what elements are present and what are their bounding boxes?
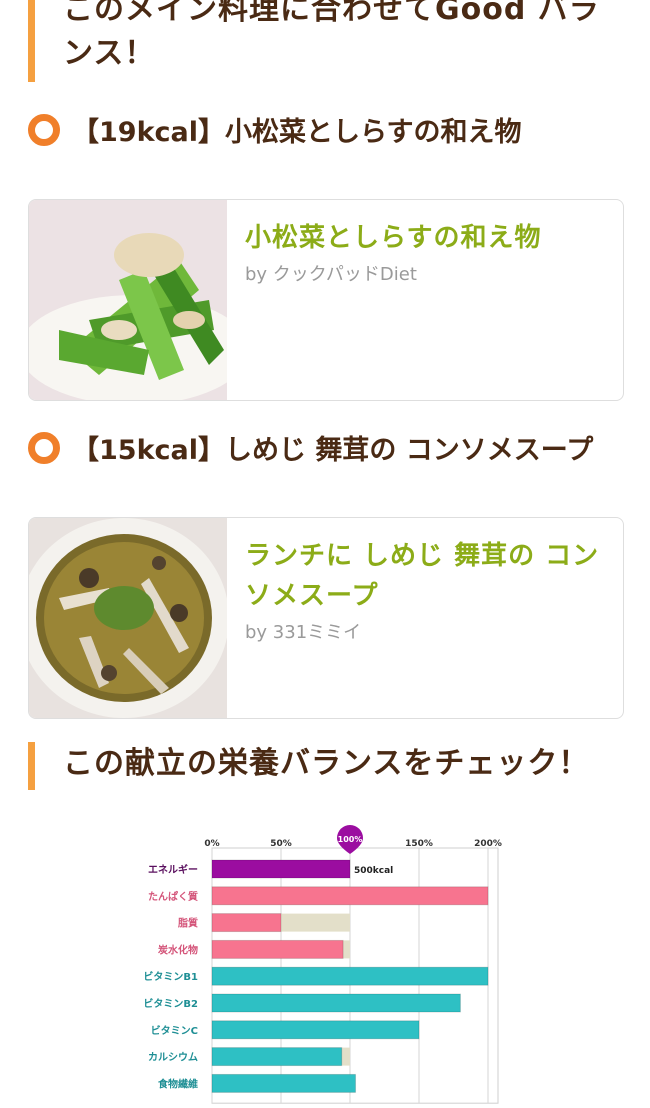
value-bar xyxy=(211,913,282,933)
category-label: カルシウム xyxy=(148,1052,198,1064)
section-heading-balance: このメイン料理に合わせてGood バランス！ xyxy=(28,0,623,82)
recipe-heading-2: 【15kcal】しめじ 舞茸の コンソメスープ xyxy=(28,428,593,467)
category-label: 炭水化物 xyxy=(158,943,198,956)
recipe-title-link[interactable]: ランチに しめじ 舞茸の コンソメスープ xyxy=(245,536,605,616)
chart-bars xyxy=(211,859,489,1093)
value-bar xyxy=(211,859,351,879)
category-label: ビタミンC xyxy=(151,1024,198,1037)
tick-label: 150% xyxy=(405,839,433,849)
recipe-author: by クックパッドDiet xyxy=(245,264,417,285)
category-label: ビタミンB1 xyxy=(143,970,198,983)
recipe-photo-consomme[interactable] xyxy=(29,518,227,718)
section-heading-text: このメイン料理に合わせてGood バランス！ xyxy=(63,0,600,71)
category-label: ビタミンB2 xyxy=(143,997,198,1010)
value-bar xyxy=(211,993,461,1013)
recipe-heading-text: 【15kcal】しめじ 舞茸の コンソメスープ xyxy=(72,435,594,466)
value-bar xyxy=(211,1073,357,1093)
chart-tick-labels: 0% 50% 150% 200% 100% xyxy=(204,825,502,854)
recipe-author: by 331ミミイ xyxy=(245,622,362,643)
value-bar xyxy=(211,939,344,959)
value-bar xyxy=(211,1020,420,1040)
recipe-photo-komatsuna[interactable] xyxy=(29,200,227,400)
energy-value-label: 500kcal xyxy=(354,866,393,876)
tick-label: 0% xyxy=(204,839,219,849)
recipe-heading-1: 【19kcal】小松菜としらすの和え物 xyxy=(28,110,521,149)
category-label: 食物繊維 xyxy=(157,1077,198,1090)
category-label: たんぱく質 xyxy=(148,890,198,903)
ring-bullet-icon xyxy=(28,431,60,464)
tick-label: 50% xyxy=(270,839,292,849)
value-bar xyxy=(211,966,489,986)
recipe-title-link[interactable]: 小松菜としらすの和え物 xyxy=(245,218,541,258)
recipe-heading-text: 【19kcal】小松菜としらすの和え物 xyxy=(72,117,522,148)
value-bar xyxy=(211,886,489,906)
nutrition-balance-chart: エネルギー 500kcal たんぱく質脂質炭水化物ビタミンB1 ビタミンB2 ビタミンC… xyxy=(143,825,502,1104)
category-label: エネルギー xyxy=(148,863,198,876)
section-heading-text: この献立の栄養バランスをチェック！ xyxy=(63,746,590,781)
value-bar xyxy=(211,1047,343,1067)
target-marker-label: 100% xyxy=(338,835,363,844)
category-label: 脂質 xyxy=(177,917,198,930)
ring-bullet-icon xyxy=(28,113,60,146)
tick-label: 200% xyxy=(474,839,502,849)
recipe-card-consomme[interactable]: ランチに しめじ 舞茸の コンソメスープ by 331ミミイ xyxy=(28,517,624,719)
section-heading-nutrition: この献立の栄養バランスをチェック！ xyxy=(28,742,589,790)
recipe-card-komatsuna[interactable]: 小松菜としらすの和え物 by クックパッドDiet xyxy=(28,199,624,401)
